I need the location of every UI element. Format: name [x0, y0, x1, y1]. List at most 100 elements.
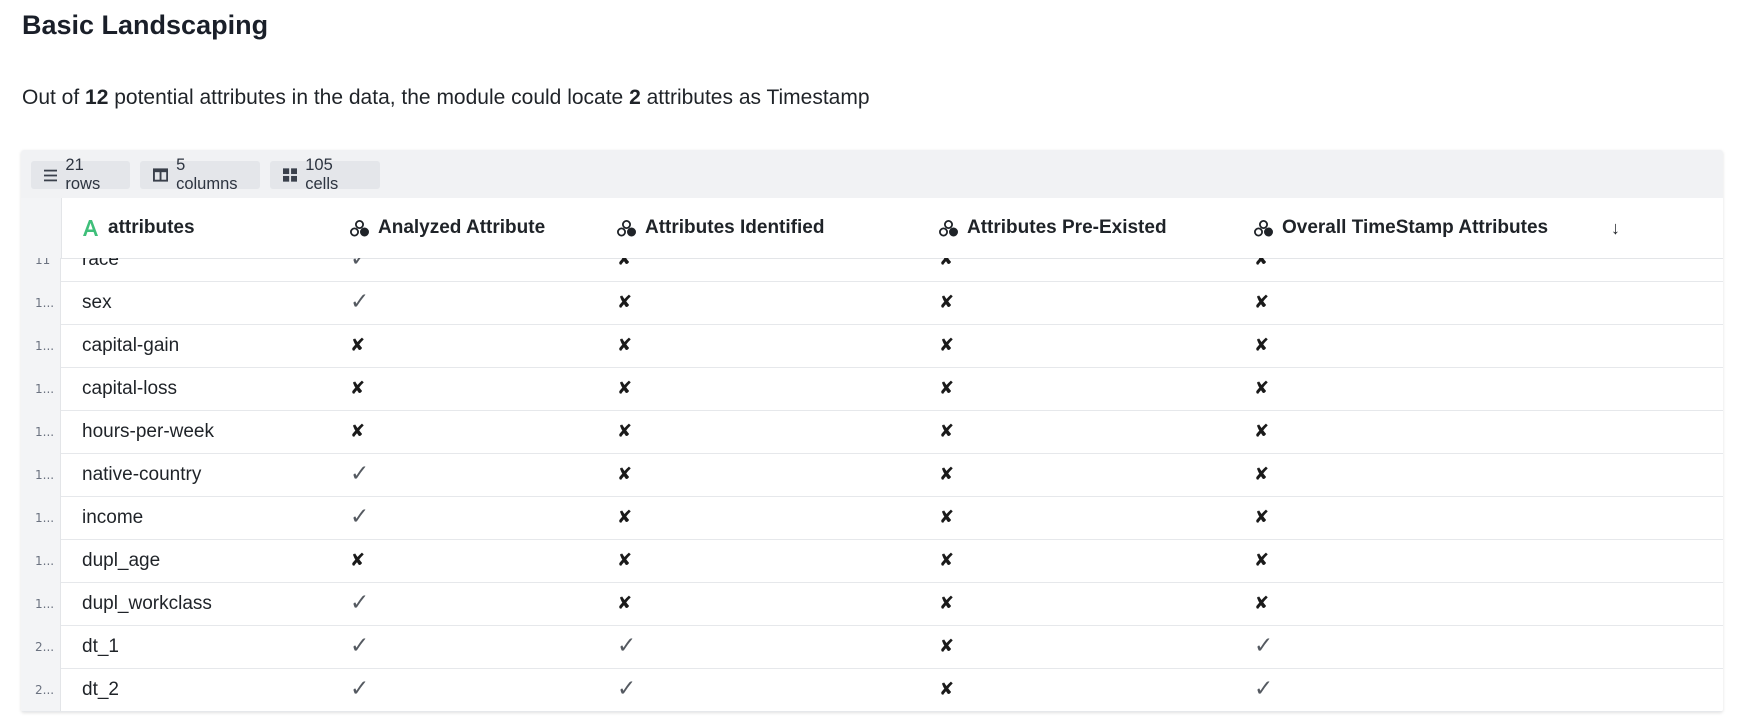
row-index: 1...	[21, 281, 61, 324]
table-row[interactable]: 1... dupl_workclass ✓ ✘ ✘ ✘	[21, 582, 1723, 626]
cell-identified[interactable]: ✘	[617, 324, 632, 367]
cross-mark-icon: ✘	[617, 592, 633, 614]
cell-overall[interactable]: ✘	[1254, 453, 1269, 496]
cell-overall[interactable]: ✘	[1254, 258, 1269, 281]
cell-analyzed[interactable]: ✘	[350, 367, 365, 410]
cell-preexisted[interactable]: ✘	[939, 668, 954, 711]
table-row[interactable]: 1... capital-loss ✘ ✘ ✘ ✘	[21, 367, 1723, 411]
table-body: 11 race ✓ ✘ ✘ ✘ 1... sex ✓ ✘ ✘ ✘ 1... capital-gain ✘ ✘ ✘…	[21, 258, 1723, 712]
summary-prefix: Out of	[22, 86, 86, 109]
cross-mark-icon: ✘	[617, 420, 633, 442]
column-header-label: Analyzed Attribute	[378, 217, 546, 238]
cell-identified[interactable]: ✘	[617, 496, 632, 539]
cross-mark-icon: ✘	[1254, 377, 1270, 399]
table-row[interactable]: 11 race ✓ ✘ ✘ ✘	[21, 258, 1723, 282]
cell-overall[interactable]: ✓	[1254, 668, 1273, 711]
cell-identified[interactable]: ✘	[617, 281, 632, 324]
cell-overall[interactable]: ✘	[1254, 496, 1269, 539]
column-header-analyzed-attribute[interactable]: Analyzed Attribute	[350, 198, 568, 258]
summary-suffix: attributes as Timestamp	[640, 86, 870, 109]
column-header-label: Attributes Identified	[645, 217, 825, 238]
column-header-attributes-pre-existed[interactable]: Attributes Pre-Existed	[939, 198, 1229, 258]
cell-overall[interactable]: ✘	[1254, 582, 1269, 625]
cell-identified[interactable]: ✓	[617, 668, 636, 711]
cross-mark-icon: ✘	[617, 549, 633, 571]
cell-identified[interactable]: ✘	[617, 258, 632, 281]
cell-preexisted[interactable]: ✘	[939, 410, 954, 453]
cell-attribute-name[interactable]: dt_1	[82, 625, 119, 668]
cells-count-chip[interactable]: 105 cells	[270, 156, 380, 193]
cell-identified[interactable]: ✘	[617, 582, 632, 625]
cell-attribute-name[interactable]: hours-per-week	[82, 410, 214, 453]
cross-mark-icon: ✘	[939, 258, 955, 270]
cell-analyzed[interactable]: ✓	[350, 258, 369, 281]
cell-preexisted[interactable]: ✘	[939, 281, 954, 324]
table-row[interactable]: 1... dupl_age ✘ ✘ ✘ ✘	[21, 539, 1723, 583]
cell-identified[interactable]: ✘	[617, 453, 632, 496]
cell-overall[interactable]: ✓	[1254, 625, 1273, 668]
cell-analyzed[interactable]: ✓	[350, 668, 369, 711]
check-mark-icon: ✓	[350, 289, 370, 315]
cross-mark-icon: ✘	[617, 377, 633, 399]
cell-overall[interactable]: ✘	[1254, 324, 1269, 367]
column-header-attributes[interactable]: attributes	[82, 198, 322, 258]
cell-overall[interactable]: ✘	[1254, 539, 1269, 582]
cell-attribute-name[interactable]: dt_2	[82, 668, 119, 711]
row-index-header	[21, 198, 62, 258]
rows-count-chip[interactable]: 21 rows	[31, 156, 130, 193]
cross-mark-icon: ✘	[939, 678, 955, 700]
cells-count-label: 105 cells	[305, 156, 339, 193]
cross-mark-icon: ✘	[939, 420, 955, 442]
table-row[interactable]: 1... income ✓ ✘ ✘ ✘	[21, 496, 1723, 540]
cell-attribute-name[interactable]: capital-gain	[82, 324, 179, 367]
cell-identified[interactable]: ✘	[617, 410, 632, 453]
columns-count-chip[interactable]: 5 columns	[140, 156, 260, 193]
cell-preexisted[interactable]: ✘	[939, 453, 954, 496]
cell-analyzed[interactable]: ✓	[350, 453, 369, 496]
cell-analyzed[interactable]: ✘	[350, 539, 365, 582]
check-mark-icon: ✓	[350, 633, 370, 659]
cell-analyzed[interactable]: ✓	[350, 496, 369, 539]
cell-analyzed[interactable]: ✓	[350, 582, 369, 625]
column-header-attributes-identified[interactable]: Attributes Identified	[617, 198, 897, 258]
table-row[interactable]: 2... dt_2 ✓ ✓ ✘ ✓	[21, 668, 1723, 712]
cell-identified[interactable]: ✘	[617, 539, 632, 582]
table-row[interactable]: 1... hours-per-week ✘ ✘ ✘ ✘	[21, 410, 1723, 454]
cell-attribute-name[interactable]: capital-loss	[82, 367, 177, 410]
cell-attribute-name[interactable]: native-country	[82, 453, 201, 496]
cell-attribute-name[interactable]: sex	[82, 281, 112, 324]
table-row[interactable]: 1... sex ✓ ✘ ✘ ✘	[21, 281, 1723, 325]
list-lines-icon	[44, 169, 58, 181]
columns-icon	[153, 168, 169, 182]
table-row[interactable]: 1... capital-gain ✘ ✘ ✘ ✘	[21, 324, 1723, 368]
cell-analyzed[interactable]: ✓	[350, 281, 369, 324]
cell-preexisted[interactable]: ✘	[939, 625, 954, 668]
cell-identified[interactable]: ✘	[617, 367, 632, 410]
cell-preexisted[interactable]: ✘	[939, 539, 954, 582]
cell-preexisted[interactable]: ✘	[939, 496, 954, 539]
cell-overall[interactable]: ✘	[1254, 410, 1269, 453]
sort-descending-icon[interactable]: ↓	[1611, 198, 1620, 258]
cell-preexisted[interactable]: ✘	[939, 324, 954, 367]
cell-analyzed[interactable]: ✘	[350, 410, 365, 453]
cell-analyzed[interactable]: ✓	[350, 625, 369, 668]
table-row[interactable]: 2... dt_1 ✓ ✓ ✘ ✓	[21, 625, 1723, 669]
cross-mark-icon: ✘	[1254, 258, 1270, 270]
cell-identified[interactable]: ✓	[617, 625, 636, 668]
row-index: 1...	[21, 367, 61, 410]
cell-preexisted[interactable]: ✘	[939, 258, 954, 281]
cell-attribute-name[interactable]: race	[82, 258, 119, 281]
cell-analyzed[interactable]: ✘	[350, 324, 365, 367]
cell-preexisted[interactable]: ✘	[939, 367, 954, 410]
table-row[interactable]: 1... native-country ✓ ✘ ✘ ✘	[21, 453, 1723, 497]
cell-overall[interactable]: ✘	[1254, 281, 1269, 324]
cell-attribute-name[interactable]: dupl_age	[82, 539, 160, 582]
check-mark-icon: ✓	[350, 504, 370, 530]
table-toolbar: 21 rows 5 columns 105 cells	[21, 150, 1723, 198]
cell-preexisted[interactable]: ✘	[939, 582, 954, 625]
cell-overall[interactable]: ✘	[1254, 367, 1269, 410]
cell-attribute-name[interactable]: dupl_workclass	[82, 582, 212, 625]
column-header-overall-timestamp-attributes[interactable]: Overall TimeStamp Attributes	[1254, 198, 1594, 258]
summary-located-count: 2	[629, 86, 641, 109]
cell-attribute-name[interactable]: income	[82, 496, 143, 539]
